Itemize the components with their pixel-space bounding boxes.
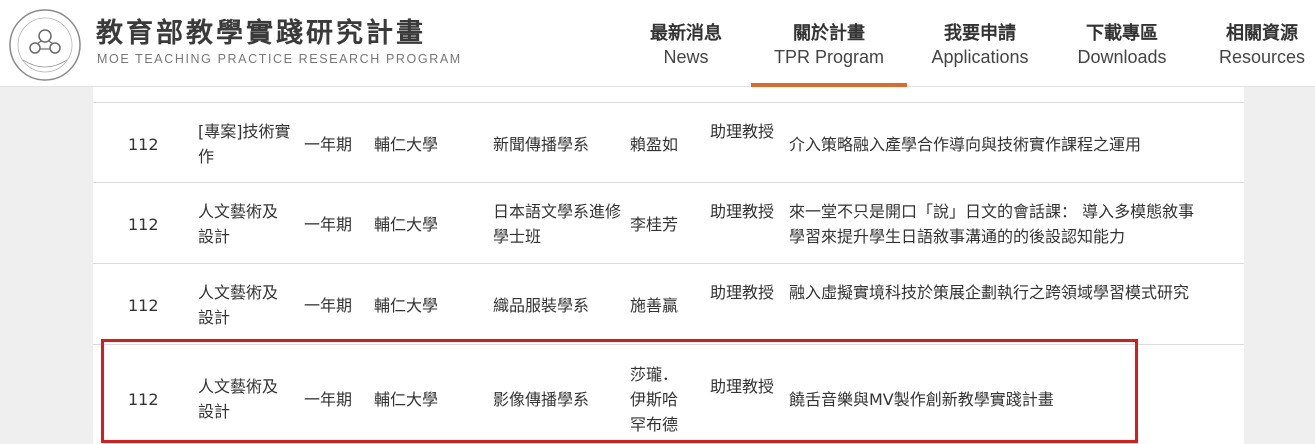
nav-tpr-program-zh: 關於計畫 [793, 23, 865, 44]
cell-year: 112 [128, 390, 159, 409]
nav-news[interactable]: 最新消息 News [636, 0, 736, 87]
cell-year: 112 [128, 215, 159, 234]
table-row: 112 人文藝術及設計 一年期 輔仁大學 日本語文學系進修學士班 李桂芳 助理教… [93, 182, 1244, 262]
cell-term: 一年期 [304, 135, 353, 154]
program-logo-icon[interactable] [8, 8, 82, 82]
cell-department: 織品服裝學系 [493, 296, 590, 315]
cell-term: 一年期 [304, 215, 353, 234]
cell-year: 112 [128, 296, 159, 315]
cell-name: 李桂芳 [630, 215, 679, 234]
cell-university: 輔仁大學 [374, 296, 439, 315]
cell-category: 人文藝術及設計 [198, 202, 279, 246]
nav-news-en: News [663, 47, 709, 67]
cell-rank: 助理教授 [710, 377, 775, 396]
site-subtitle: MOE TEACHING PRACTICE RESEARCH PROGRAM [97, 52, 462, 66]
cell-category: 人文藝術及設計 [198, 377, 279, 421]
table-row: 112 人文藝術及設計 一年期 輔仁大學 織品服裝學系 施善贏 助理教授 融入虛… [93, 263, 1244, 343]
cell-project: 融入虛擬實境科技於策展企劃執行之跨領域學習模式研究 [789, 283, 1190, 302]
cell-department: 影像傳播學系 [493, 390, 590, 409]
site-header: 教育部教學實踐研究計畫 MOE TEACHING PRACTICE RESEAR… [0, 0, 1315, 87]
nav-resources[interactable]: 相關資源 Resources [1212, 0, 1312, 87]
cell-project: 饒舌音樂與MV製作創新教學實踐計畫 [789, 390, 1054, 409]
cell-category: 人文藝術及設計 [198, 283, 279, 327]
table-row: 112 人文藝術及設計 一年期 輔仁大學 影像傳播學系 莎瓏．伊斯哈罕布德 助理… [93, 344, 1244, 444]
cell-year: 112 [128, 135, 159, 154]
site-title: 教育部教學實踐研究計畫 [96, 18, 426, 49]
nav-applications[interactable]: 我要申請 Applications [925, 0, 1035, 87]
nav-downloads-en: Downloads [1077, 47, 1167, 67]
table-row: 112 [專案]技術實作 一年期 輔仁大學 新聞傳播學系 賴盈如 助理教授 介入… [93, 102, 1244, 182]
nav-resources-zh: 相關資源 [1226, 23, 1298, 44]
cell-name: 施善贏 [630, 296, 679, 315]
cell-name: 賴盈如 [630, 135, 679, 154]
nav-downloads[interactable]: 下載專區 Downloads [1072, 0, 1172, 87]
nav-downloads-zh: 下載專區 [1086, 23, 1158, 44]
cell-rank: 助理教授 [710, 122, 775, 141]
cell-category: [專案]技術實作 [198, 122, 291, 166]
cell-department: 日本語文學系進修學士班 [493, 202, 622, 246]
cell-term: 一年期 [304, 296, 353, 315]
cell-project: 介入策略融入產學合作導向與技術實作課程之運用 [789, 135, 1142, 154]
nav-resources-en: Resources [1218, 47, 1306, 67]
nav-applications-zh: 我要申請 [944, 23, 1016, 44]
nav-tpr-program-en: TPR Program [773, 47, 885, 67]
cell-term: 一年期 [304, 390, 353, 409]
cell-university: 輔仁大學 [374, 135, 439, 154]
cell-university: 輔仁大學 [374, 215, 439, 234]
cell-rank: 助理教授 [710, 283, 775, 302]
nav-tpr-program[interactable]: 關於計畫 TPR Program [751, 0, 907, 87]
cell-department: 新聞傳播學系 [493, 135, 590, 154]
cell-name: 莎瓏．伊斯哈罕布德 [630, 365, 679, 434]
cell-rank: 助理教授 [710, 202, 775, 221]
nav-applications-en: Applications [931, 47, 1029, 67]
nav-news-zh: 最新消息 [650, 23, 722, 44]
cell-university: 輔仁大學 [374, 390, 439, 409]
cell-project: 來一堂不只是開口「說」日文的會話課： 導入多模態敘事學習來提升學生日語敘事溝通的… [789, 202, 1195, 246]
